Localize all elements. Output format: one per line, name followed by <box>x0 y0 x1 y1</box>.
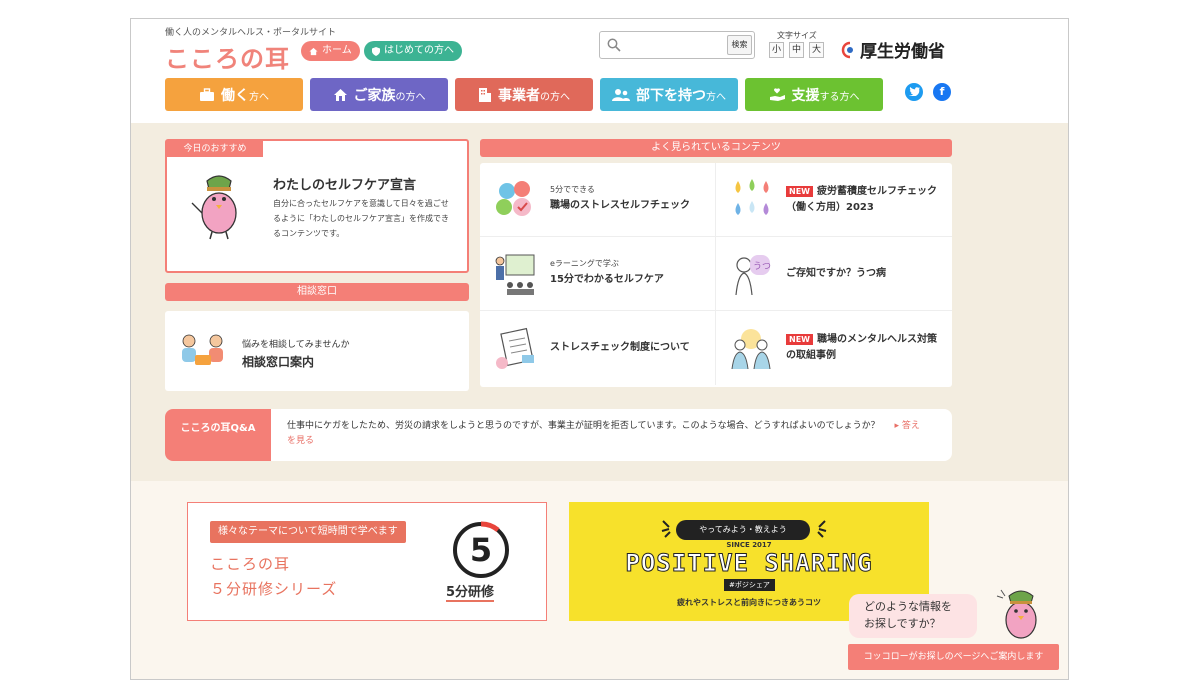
popular-item-title: 15分でわかるセルフケア <box>550 274 664 285</box>
nav-family-button[interactable]: ご家族の方へ <box>310 78 448 111</box>
popular-item-title: ご存知ですか？うつ病 <box>786 268 886 279</box>
nav-managers-big: 部下を持つ <box>636 87 706 104</box>
popular-item-sub: 5分でできる <box>550 185 595 194</box>
nav-family-small: の方へ <box>395 91 426 103</box>
clipboard-icon <box>496 327 534 369</box>
recommend-title[interactable]: わたしのセルフケア宣言 <box>273 174 416 193</box>
qa-question: 仕事中にケガをしたため、労災の請求をしようと思うのですが、事業主が証明を拒否して… <box>287 421 880 431</box>
nav-workers-small: 方へ <box>249 91 269 103</box>
popular-item-sub: eラーニングで学ぶ <box>550 259 619 268</box>
triangle-right-icon: ▸ <box>894 421 902 431</box>
search-button[interactable]: 検索 <box>727 35 752 55</box>
popular-item-case-studies[interactable]: NEW 職場のメンタルヘルス対策の取組事例 <box>716 311 952 385</box>
home-icon <box>309 47 318 55</box>
qa-tab: こころの耳Q&A <box>165 409 271 461</box>
popular-grid: 5分でできる 職場のストレスセルフチェック NEW 疲労蓄積度セルフチェック（働く… <box>480 163 952 387</box>
ministry-name: 厚生労働省 <box>860 42 945 62</box>
people-icon <box>612 88 630 101</box>
popular-item-title: 職場のストレスセルフチェック <box>550 200 690 211</box>
consult-subtitle: 悩みを相談してみませんか <box>242 340 350 350</box>
building-icon <box>479 88 491 102</box>
nav-supporters-big: 支援 <box>791 87 820 104</box>
positive-title: POSITIVE SHARING <box>625 549 873 578</box>
positive-pill: やってみよう・教えよう <box>676 520 810 540</box>
font-size-large-button[interactable]: 大 <box>809 42 824 58</box>
nav-workers-big: 働く <box>221 87 249 104</box>
new-badge: NEW <box>786 186 813 197</box>
series-label: 5分研修 <box>446 581 495 602</box>
assistant-guide-button[interactable]: コッコローがお探しのページへご案内します <box>848 644 1059 670</box>
house-icon <box>333 88 347 101</box>
depression-figure-icon: うつ <box>735 255 771 296</box>
recommend-description: 自分に合ったセルフケアを意識して日々を過ごせるように「わたしのセルフケア宣言」を… <box>273 199 449 238</box>
popular-item-stress-check[interactable]: 5分でできる 職場のストレスセルフチェック <box>480 163 716 237</box>
recommend-card[interactable]: 今日のおすすめ わたしのセルフケア宣言 自分に合ったセルフケアを意識して日々を過… <box>165 139 469 273</box>
nav-supporters-small: する方へ <box>819 91 860 103</box>
ministry-emblem-icon <box>841 41 853 58</box>
home-button[interactable]: ホーム <box>301 41 360 61</box>
search-icon <box>607 38 621 52</box>
main-content: 今日のおすすめ わたしのセルフケア宣言 自分に合ったセルフケアを意識して日々を過… <box>131 123 1068 481</box>
site-tagline: 働く人のメンタルヘルス・ポータルサイト <box>165 28 337 38</box>
search-input[interactable]: 検索 <box>599 31 755 59</box>
five-minute-series-banner[interactable]: 様々なテーマについて短時間で学べます こころの耳 ５分研修シリーズ 5 5分研修 <box>187 502 547 621</box>
consult-card[interactable]: 悩みを相談してみませんか 相談窓口案内 <box>165 311 469 391</box>
assistant-mascot-icon[interactable] <box>991 586 1047 642</box>
shield-icon <box>372 46 380 56</box>
popular-item-title: ストレスチェック制度について <box>550 342 690 353</box>
popular-item-stress-check-system[interactable]: ストレスチェック制度について <box>480 311 716 385</box>
presentation-icon <box>495 254 535 295</box>
sparkle-right-icon <box>817 520 827 538</box>
ministry-logo[interactable]: 厚生労働省 <box>841 37 945 62</box>
svg-text:うつ: うつ <box>753 261 771 272</box>
nav-employers-big: 事業者 <box>498 87 540 104</box>
checkmark-balls-icon <box>496 181 531 216</box>
nav-employers-button[interactable]: 事業者の方へ <box>455 78 593 111</box>
positive-since: SINCE 2017 <box>726 541 772 549</box>
home-label: ホーム <box>322 45 352 56</box>
page-frame: 働く人のメンタルヘルス・ポータルサイト こころの耳 ホーム はじめての方へ 検索… <box>130 18 1069 680</box>
series-line-1: こころの耳 <box>210 555 291 573</box>
hand-heart-icon <box>769 87 785 101</box>
site-logo[interactable]: こころの耳 <box>165 39 290 74</box>
assistant-speech-bubble: どのような情報を お探しですか？ <box>849 594 977 638</box>
new-badge: NEW <box>786 334 813 345</box>
facebook-icon[interactable]: f <box>933 83 951 101</box>
bubble-line-1: どのような情報を <box>864 600 952 613</box>
font-size-label: 文字サイズ <box>777 31 817 40</box>
mascot-bird-icon <box>191 175 237 240</box>
series-line-2: ５分研修シリーズ <box>210 580 338 598</box>
banner-area: 様々なテーマについて短時間で学べます こころの耳 ５分研修シリーズ 5 5分研修… <box>131 481 1068 679</box>
first-visit-label: はじめての方へ <box>384 45 454 56</box>
popular-item-elearning[interactable]: eラーニングで学ぶ 15分でわかるセルフケア <box>480 237 716 311</box>
qa-text-block: 仕事中にケガをしたため、労災の請求をしようと思うのですが、事業主が証明を拒否して… <box>287 419 927 449</box>
popular-heading: よく見られているコンテンツ <box>480 139 952 157</box>
bubble-line-2: お探しですか？ <box>864 617 941 630</box>
briefcase-icon <box>200 87 214 101</box>
consult-heading: 相談窓口 <box>165 283 469 301</box>
nav-supporters-button[interactable]: 支援する方へ <box>745 78 883 111</box>
series-badge: 様々なテーマについて短時間で学べます <box>210 521 406 543</box>
twitter-icon[interactable] <box>905 83 923 101</box>
nav-family-big: ご家族 <box>353 87 396 104</box>
group-people-icon <box>731 329 771 370</box>
popular-item-fatigue-check[interactable]: NEW 疲労蓄積度セルフチェック（働く方用）2023 <box>716 163 952 237</box>
positive-hashtag: #ポジシェア <box>724 579 775 591</box>
font-size-medium-button[interactable]: 中 <box>789 42 804 58</box>
sparkle-left-icon <box>661 520 671 538</box>
popular-item-depression[interactable]: うつ ご存知ですか？うつ病 <box>716 237 952 311</box>
recommend-tab: 今日のおすすめ <box>167 141 263 157</box>
consult-people-icon <box>182 334 223 365</box>
five-minute-clock-icon: 5 <box>453 521 509 578</box>
nav-managers-small: 方へ <box>706 91 726 103</box>
series-number: 5 <box>470 531 492 569</box>
consult-title[interactable]: 相談窓口案内 <box>242 353 314 370</box>
first-visit-button[interactable]: はじめての方へ <box>364 41 462 61</box>
nav-managers-button[interactable]: 部下を持つ方へ <box>600 78 738 111</box>
font-size-small-button[interactable]: 小 <box>769 42 784 58</box>
qa-card: こころの耳Q&A 仕事中にケガをしたため、労災の請求をしようと思うのですが、事業… <box>165 409 952 461</box>
droplets-icon <box>735 179 769 215</box>
nav-employers-small: の方へ <box>540 91 570 103</box>
nav-workers-button[interactable]: 働く方へ <box>165 78 303 111</box>
